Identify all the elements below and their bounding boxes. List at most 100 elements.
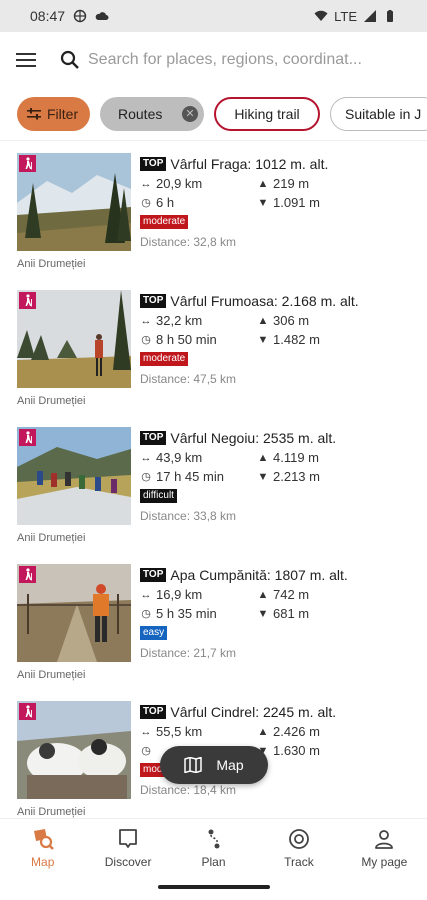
- route-descent: 1.482 m: [273, 332, 320, 347]
- route-photo: [17, 153, 131, 251]
- map-icon: [184, 757, 203, 773]
- nav-label: Map: [31, 854, 55, 869]
- filter-label: Filter: [47, 106, 79, 122]
- routes-chip-label: Routes: [118, 106, 163, 122]
- status-bar: 08:47 LTE: [0, 0, 427, 32]
- difficulty-badge: difficult: [140, 489, 177, 503]
- route-distance: 16,9 km: [156, 587, 203, 602]
- route-author: Anii Drumeției: [17, 532, 86, 544]
- clear-chip-icon[interactable]: ✕: [182, 106, 198, 122]
- search-bar: [0, 32, 427, 88]
- top-badge: TOP: [140, 431, 167, 445]
- list-item[interactable]: Anii Drumeției TOP Vârful Frumoasa: 2.16…: [0, 279, 427, 416]
- battery-icon: [387, 10, 393, 22]
- wifi-icon: [314, 10, 328, 21]
- clock-icon: ◷: [141, 608, 151, 620]
- hiking-icon: [19, 566, 36, 583]
- distance-arrows-icon: ↔: [140, 451, 152, 464]
- filter-chips: Filter Routes ✕ Hiking trail Suitable in…: [0, 94, 427, 134]
- menu-button[interactable]: [0, 32, 52, 88]
- route-descent: 681 m: [273, 606, 310, 621]
- nav-map[interactable]: Map: [0, 819, 85, 876]
- route-ascent: 4.119 m: [273, 450, 320, 465]
- status-time: 08:47: [30, 8, 66, 24]
- clock-icon: ◷: [141, 334, 151, 346]
- clock-icon: ◷: [141, 745, 151, 757]
- route-ascent: 2.426 m: [273, 724, 320, 739]
- divider: [0, 140, 427, 141]
- route-photo: [17, 701, 131, 799]
- map-button-label: Map: [216, 757, 244, 773]
- route-title[interactable]: Vârful Frumoasa: 2.168 m. alt.: [170, 293, 358, 309]
- search-icon[interactable]: [52, 32, 88, 88]
- route-title[interactable]: Apa Cumpănită: 1807 m. alt.: [170, 567, 347, 583]
- nav-track[interactable]: Track: [256, 819, 341, 876]
- home-gesture-bar[interactable]: [158, 885, 270, 889]
- hiking-trail-label: Hiking trail: [234, 106, 300, 122]
- distance-from-you: Distance: 18,4 km: [140, 783, 237, 797]
- route-author: Anii Drumeției: [17, 395, 86, 407]
- filter-sliders-icon: [27, 108, 41, 120]
- search-input[interactable]: [88, 51, 388, 69]
- route-distance: 20,9 km: [156, 176, 203, 191]
- hamburger-menu-icon: [16, 53, 36, 67]
- route-duration: 8 h 50 min: [156, 332, 217, 347]
- nav-label: My page: [361, 854, 408, 869]
- top-badge: TOP: [140, 705, 167, 719]
- nav-label: Discover: [104, 854, 152, 869]
- clock-icon: ◷: [141, 471, 151, 483]
- distance-arrows-icon: ↔: [140, 177, 152, 190]
- suitable-label: Suitable in J: [345, 106, 422, 122]
- hiking-icon: [19, 429, 36, 446]
- list-item[interactable]: Anii Drumeției TOP Apa Cumpănită: 1807 m…: [0, 553, 427, 690]
- distance-from-you: Distance: 47,5 km: [140, 372, 237, 386]
- top-badge: TOP: [140, 294, 167, 308]
- nav-plan[interactable]: Plan: [171, 819, 256, 876]
- route-title[interactable]: Vârful Fraga: 1012 m. alt.: [170, 156, 328, 172]
- descent-icon: ▼: [257, 470, 269, 483]
- route-title[interactable]: Vârful Negoiu: 2535 m. alt.: [170, 430, 336, 446]
- vpn-globe-icon: [73, 9, 87, 23]
- list-item[interactable]: Anii Drumeției TOP Vârful Fraga: 1012 m.…: [0, 142, 427, 279]
- route-descent: 1.630 m: [273, 743, 320, 758]
- route-distance: 55,5 km: [156, 724, 203, 739]
- nav-my-page[interactable]: My page: [342, 819, 427, 876]
- descent-icon: ▼: [257, 196, 269, 209]
- map-search-icon: [31, 827, 55, 851]
- route-author: Anii Drumeției: [17, 258, 86, 270]
- route-distance: 32,2 km: [156, 313, 203, 328]
- nav-label: Track: [284, 854, 314, 869]
- route-duration: 6 h: [156, 195, 175, 210]
- distance-arrows-icon: ↔: [140, 725, 152, 738]
- distance-arrows-icon: ↔: [140, 314, 152, 327]
- route-photo: [17, 427, 131, 525]
- route-list[interactable]: Anii Drumeției TOP Vârful Fraga: 1012 m.…: [0, 142, 427, 818]
- distance-from-you: Distance: 21,7 km: [140, 646, 237, 660]
- hiking-trail-chip[interactable]: Hiking trail: [214, 97, 320, 131]
- route-descent: 2.213 m: [273, 469, 320, 484]
- track-record-icon: [287, 827, 311, 851]
- ascent-icon: ▲: [257, 588, 269, 601]
- map-view-button[interactable]: Map: [160, 746, 268, 784]
- route-title[interactable]: Vârful Cindrel: 2245 m. alt.: [170, 704, 336, 720]
- routes-chip[interactable]: Routes ✕: [100, 97, 204, 131]
- ascent-icon: ▲: [257, 451, 269, 464]
- distance-from-you: Distance: 33,8 km: [140, 509, 237, 523]
- difficulty-badge: moderate: [140, 352, 189, 366]
- bottom-navigation: Map Discover Plan Track My page: [0, 818, 427, 876]
- route-photo: [17, 290, 131, 388]
- nav-discover[interactable]: Discover: [85, 819, 170, 876]
- route-author: Anii Drumeției: [17, 669, 86, 681]
- difficulty-badge: easy: [140, 626, 168, 640]
- nav-label: Plan: [201, 854, 226, 869]
- filter-button[interactable]: Filter: [17, 97, 90, 131]
- route-ascent: 219 m: [273, 176, 310, 191]
- discover-icon: [116, 827, 140, 851]
- clock-icon: ◷: [141, 197, 151, 209]
- suitable-chip[interactable]: Suitable in J: [330, 97, 427, 131]
- hiking-icon: [19, 703, 36, 720]
- cloud-icon: [95, 12, 109, 20]
- list-item[interactable]: Anii Drumeției TOP Vârful Negoiu: 2535 m…: [0, 416, 427, 553]
- top-badge: TOP: [140, 157, 167, 171]
- route-duration: 17 h 45 min: [156, 469, 224, 484]
